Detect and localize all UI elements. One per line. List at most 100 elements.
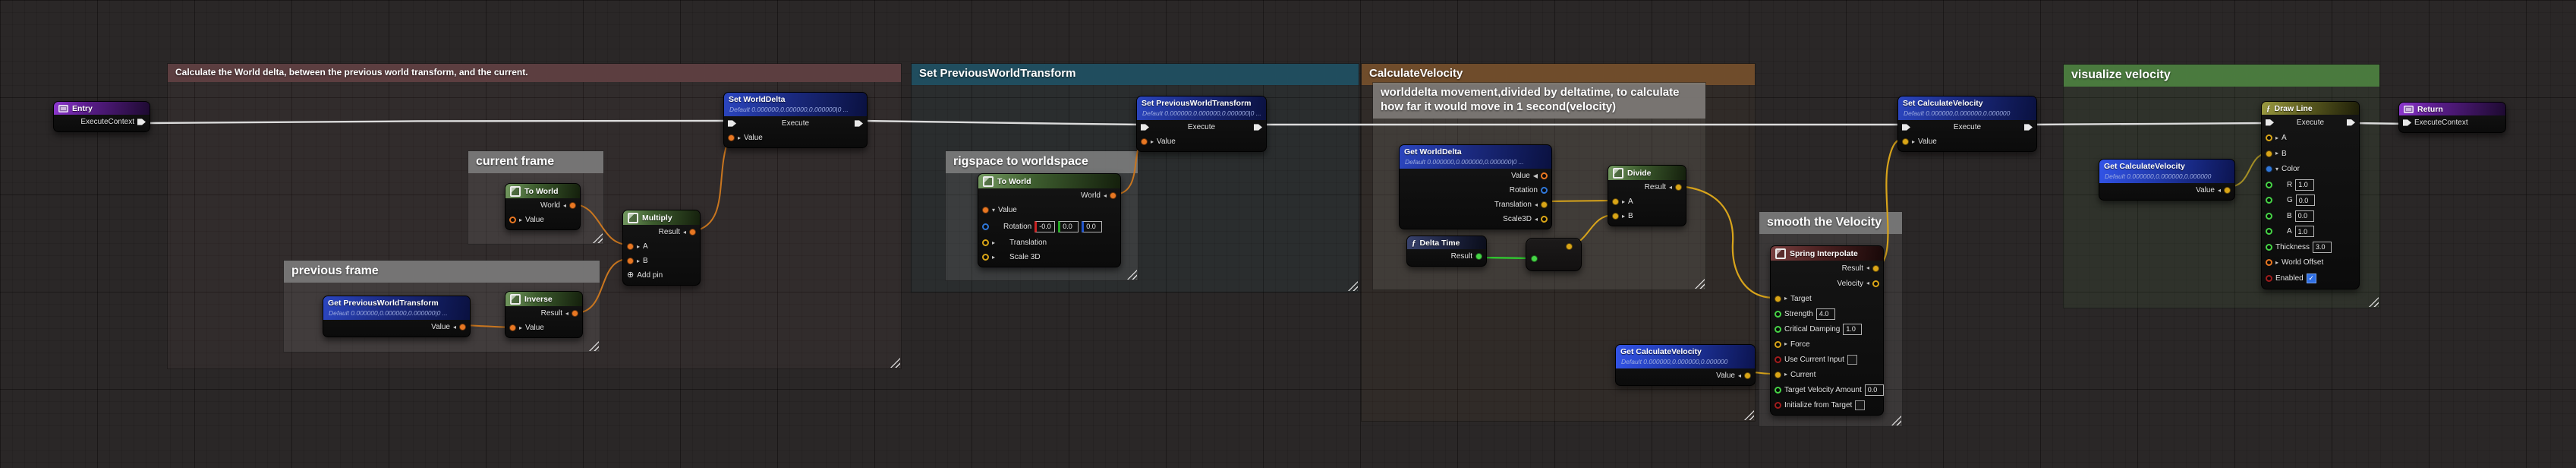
value-field[interactable]: 0.0 (1082, 220, 1103, 232)
comment-resize-handle[interactable] (1891, 416, 1901, 425)
pin-expand-icon[interactable]: ◂ (1535, 201, 1538, 208)
node-delta-time[interactable]: ƒ Delta Time Result (1406, 236, 1487, 267)
node-draw-line-pin-b-in[interactable] (2266, 150, 2272, 157)
pin-expand-icon[interactable]: ◀ (1533, 172, 1538, 179)
checkbox-unchecked[interactable] (1847, 354, 1857, 365)
node-draw-line-pin-r-in[interactable] (2266, 181, 2272, 188)
value-field[interactable]: 1.0 (2294, 226, 2314, 238)
pin-expand-icon[interactable]: ◂ (683, 229, 686, 236)
comment-title-bar[interactable]: current frame (468, 151, 603, 173)
node-to-world-rigspace-pin-scale-3d-in[interactable] (982, 254, 989, 261)
node-divide-pin-result-out[interactable] (1675, 184, 1682, 191)
node-spring-interpolate[interactable]: Spring Interpolate Result ◂ Velocity ◂ ▸ Targe… (1770, 245, 1884, 416)
value-field[interactable]: -0.0 (1034, 220, 1056, 232)
pin-expand-icon[interactable]: ▸ (992, 254, 995, 261)
node-title-bar[interactable]: Set PreviousWorldTransform Default 0.0000… (1137, 96, 1266, 120)
pin-expand-icon[interactable]: ▸ (1784, 372, 1787, 378)
node-set-calculatevelocity-pin-execute-in[interactable] (1902, 124, 1910, 131)
node-divide-pin-b-in[interactable] (1612, 213, 1619, 220)
node-get-previousworldtransform-pin-value-out[interactable] (459, 324, 466, 330)
pin-expand-icon[interactable]: ▸ (519, 217, 522, 223)
node-set-worlddelta-pin-value-in[interactable] (728, 134, 735, 141)
node-divide-pin-a-in[interactable] (1612, 198, 1619, 205)
node-to-world-current-pin-value-in[interactable] (509, 217, 516, 223)
node-reroute-pin-1[interactable] (1531, 255, 1538, 262)
comment-title-bar[interactable]: Calculate the World delta, between the p… (168, 64, 901, 82)
node-spring-interpolate-pin-initialize-from-target-in[interactable] (1775, 401, 1781, 409)
node-title-bar[interactable]: Get WorldDelta Default 0.000000,0.000000,… (1400, 145, 1551, 169)
pin-expand-icon[interactable]: ◂ (1104, 192, 1107, 199)
node-get-calculatevelocity-1[interactable]: Get CalculateVelocity Default 0.000000,0.… (1615, 344, 1756, 386)
node-set-previousworldtransform-pin-execute-out[interactable] (1253, 124, 1262, 131)
node-get-calculatevelocity-2[interactable]: Get CalculateVelocity Default 0.000000,0.… (2099, 159, 2235, 201)
add-pin-icon[interactable]: ⊕ (627, 271, 634, 280)
node-title-bar[interactable]: ƒ Draw Line (2262, 102, 2359, 115)
node-get-worlddelta-pin-rotation-out[interactable] (1541, 187, 1548, 194)
node-get-previousworldtransform[interactable]: Get PreviousWorldTransform Default 0.0000… (323, 296, 471, 337)
node-set-worlddelta[interactable]: Set WorldDelta Default 0.000000,0.000000,… (723, 92, 868, 148)
node-spring-interpolate-pin-current-in[interactable] (1775, 371, 1781, 378)
node-draw-line-pin-b-in[interactable] (2266, 212, 2272, 220)
node-to-world-rigspace-pin-value-in[interactable] (982, 207, 989, 213)
node-spring-interpolate-pin-critical-damping-in[interactable] (1775, 325, 1781, 333)
node-title-bar[interactable]: To World (505, 184, 580, 198)
node-multiply-pin-result-out[interactable] (689, 229, 696, 236)
comment-title-bar[interactable]: previous frame (284, 261, 600, 283)
pin-expand-icon[interactable]: ◂ (2218, 187, 2221, 194)
node-get-worlddelta[interactable]: Get WorldDelta Default 0.000000,0.000000,… (1399, 144, 1552, 229)
node-inverse[interactable]: Inverse Result ◂ ▸ Value (505, 291, 583, 338)
pin-expand-icon[interactable]: ▸ (1912, 138, 1915, 145)
comment-resize-handle[interactable] (1695, 279, 1705, 289)
checkbox-checked[interactable]: ✓ (2306, 273, 2316, 283)
comment-resize-handle[interactable] (589, 341, 599, 351)
node-entry-pin-executecontext-out[interactable] (137, 119, 146, 125)
node-draw-line-pin-world-offset-in[interactable] (2266, 259, 2272, 267)
node-entry[interactable]: Entry ExecuteContext (53, 101, 150, 132)
checkbox-unchecked[interactable] (1855, 400, 1866, 410)
node-divide[interactable]: Divide Result ◂ ▸ A ▸ B (1608, 165, 1686, 226)
pin-expand-icon[interactable]: ▸ (1622, 198, 1625, 205)
node-title-bar[interactable]: ƒ Delta Time (1407, 236, 1486, 249)
pin-expand-icon[interactable]: ▸ (2275, 150, 2278, 157)
node-spring-interpolate-pin-velocity-out[interactable] (1872, 280, 1879, 287)
node-set-previousworldtransform-pin-execute-in[interactable] (1141, 124, 1149, 131)
pin-expand-icon[interactable]: ▸ (1784, 341, 1787, 347)
comment-title-bar[interactable]: rigspace to worldspace (946, 151, 1138, 173)
node-title-bar[interactable]: Return (2399, 103, 2505, 115)
comment-title-bar[interactable]: smooth the Velocity (1759, 212, 1902, 234)
node-spring-interpolate-pin-result-out[interactable] (1872, 264, 1879, 272)
value-field[interactable]: 0.0 (1058, 220, 1079, 232)
pin-expand-icon[interactable]: ▸ (1151, 138, 1154, 145)
pin-expand-icon[interactable]: ◂ (565, 310, 568, 317)
node-delta-time-pin-result-out[interactable] (1475, 253, 1482, 260)
pin-label[interactable]: Add pin (637, 271, 663, 280)
comment-resize-handle[interactable] (1127, 270, 1137, 280)
node-return[interactable]: Return ExecuteContext (2398, 102, 2506, 133)
pin-expand-icon[interactable]: ◂ (1866, 280, 1869, 286)
pin-expand-icon[interactable]: ◂ (1738, 372, 1741, 379)
node-title-bar[interactable]: Get PreviousWorldTransform Default 0.0000… (323, 296, 470, 320)
comment-title-bar[interactable]: visualize velocity (2064, 65, 2379, 87)
node-spring-interpolate-pin-target-in[interactable] (1775, 295, 1781, 302)
value-field[interactable]: 1.0 (2295, 179, 2315, 191)
value-field[interactable]: 0.0 (1864, 384, 1884, 396)
node-reroute-pin-0[interactable] (1566, 243, 1573, 250)
pin-expand-icon[interactable]: ◂ (1535, 216, 1538, 223)
node-title-bar[interactable]: Get CalculateVelocity Default 0.000000,0.… (1616, 345, 1755, 368)
node-set-worlddelta-pin-execute-out[interactable] (854, 120, 863, 127)
node-draw-line-pin-thickness-in[interactable] (2266, 243, 2272, 251)
node-title-bar[interactable]: Spring Interpolate (1771, 246, 1883, 261)
node-inverse-pin-value-in[interactable] (509, 324, 516, 331)
pin-expand-icon[interactable]: ◂ (1866, 265, 1869, 271)
node-draw-line-pin-enabled-in[interactable] (2266, 274, 2272, 282)
comment-resize-handle[interactable] (1348, 281, 1358, 291)
node-spring-interpolate-pin-target-velocity-amount-in[interactable] (1775, 386, 1781, 394)
node-set-worlddelta-pin-execute-in[interactable] (728, 120, 736, 127)
node-draw-line-pin-a-in[interactable] (2266, 134, 2272, 142)
pin-expand-icon[interactable]: ◂ (453, 324, 456, 330)
node-title-bar[interactable]: Set WorldDelta Default 0.000000,0.000000,… (724, 93, 867, 116)
node-set-calculatevelocity-pin-execute-out[interactable] (2023, 124, 2033, 131)
pin-expand-icon[interactable]: ▸ (2275, 259, 2278, 266)
node-get-calculatevelocity-1-pin-value-out[interactable] (1744, 372, 1751, 379)
node-get-worlddelta-pin-translation-out[interactable] (1541, 201, 1548, 208)
